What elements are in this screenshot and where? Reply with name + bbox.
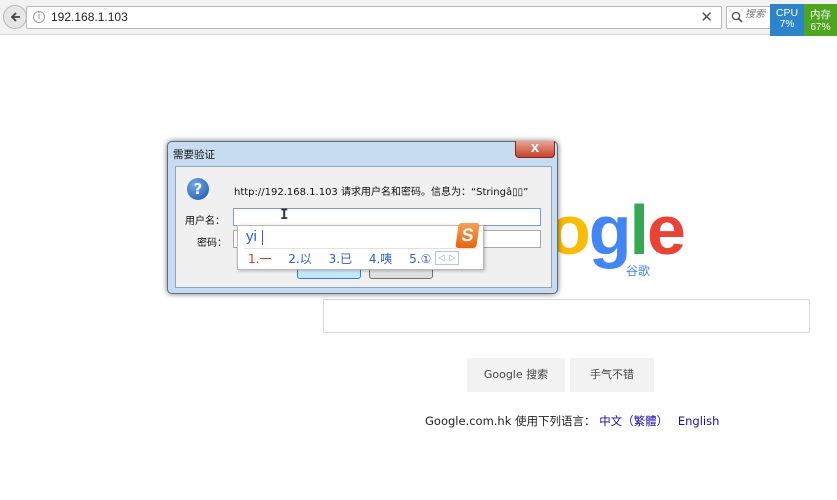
google-search-input[interactable] <box>323 299 810 333</box>
arrow-left-icon <box>10 12 20 22</box>
search-icon <box>731 11 743 23</box>
language-prefix: Google.com.hk 使用下列语言： <box>425 414 596 428</box>
feeling-lucky-button[interactable]: 手气不错 <box>570 358 654 392</box>
cpu-monitor: CPU 7% <box>770 4 804 36</box>
ime-candidate[interactable]: 3.已 <box>329 252 352 266</box>
back-button[interactable] <box>3 5 27 29</box>
ime-candidate[interactable]: 5.① <box>409 252 431 266</box>
ime-divider <box>244 248 477 249</box>
dialog-title: 需要验证 <box>173 149 215 161</box>
ime-caret <box>262 230 263 245</box>
ime-next-page-icon[interactable]: ▷ <box>447 252 458 264</box>
ime-page-buttons: ◁ ▷ <box>435 251 459 265</box>
clear-url-button[interactable]: ✕ <box>700 8 713 26</box>
memory-value: 67% <box>810 22 831 33</box>
url-text[interactable]: 192.168.1.103 <box>51 10 128 24</box>
dialog-message: http://192.168.1.103 请求用户名和密码。信息为：“Strin… <box>234 187 529 198</box>
ime-candidates: 1.一 2.以 3.已 4.咦 5.① <box>248 250 444 267</box>
memory-label: 内存 <box>810 9 831 21</box>
ime-candidate[interactable]: 2.以 <box>288 252 311 266</box>
auth-dialog: 需要验证 X ? http://192.168.1.103 请求用户名和密码。信… <box>167 141 558 294</box>
browser-toolbar: i 192.168.1.103 ✕ <box>0 0 837 35</box>
question-icon: ? <box>187 178 209 200</box>
ime-prev-page-icon[interactable]: ◁ <box>436 252 447 264</box>
logo-subtitle: 谷歌 <box>626 264 651 278</box>
sogou-logo-icon[interactable]: S <box>455 223 480 248</box>
google-search-button[interactable]: Google 搜索 <box>467 358 565 392</box>
cpu-value: 7% <box>779 19 795 30</box>
cpu-label: CPU <box>775 7 799 19</box>
text-cursor-icon: I <box>280 207 289 223</box>
ime-candidate[interactable]: 1.一 <box>248 252 271 266</box>
language-link-zh[interactable]: 中文（繁體） <box>599 414 668 428</box>
language-link-en[interactable]: English <box>678 414 720 428</box>
address-bar[interactable]: i 192.168.1.103 ✕ <box>26 6 722 29</box>
ime-composition: yi <box>246 228 257 245</box>
ime-candidate[interactable]: 4.咦 <box>369 252 392 266</box>
memory-monitor: 内存 67% <box>804 4 837 36</box>
dialog-close-button[interactable]: X <box>515 141 555 158</box>
info-icon[interactable]: i <box>33 11 45 23</box>
password-label: 密码： <box>197 238 227 249</box>
ime-candidate-window: yi S 1.一 2.以 3.已 4.咦 5.① ◁ ▷ <box>237 223 484 270</box>
username-label: 用户名： <box>185 216 225 227</box>
google-logo: ogle <box>548 191 686 269</box>
language-links: Google.com.hk 使用下列语言： 中文（繁體） English <box>425 413 719 429</box>
